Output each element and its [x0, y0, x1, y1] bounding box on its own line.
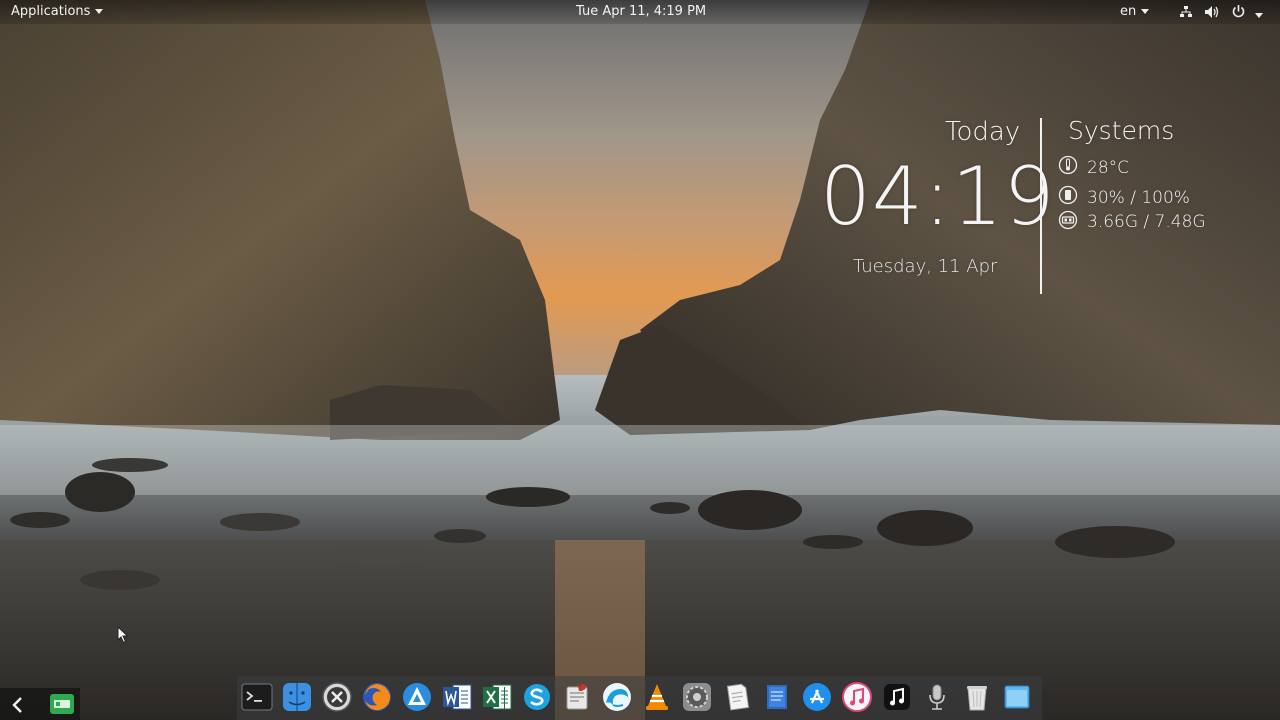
- top-panel: Applications Tue Apr 11, 4:19 PM en: [0, 0, 1280, 24]
- chevron-down-icon: [1255, 13, 1264, 18]
- launchpad-icon[interactable]: [320, 680, 354, 714]
- power-icon: [1232, 5, 1245, 18]
- dock: [237, 676, 1042, 720]
- bottom-left-tray: [0, 688, 80, 720]
- power-menu[interactable]: [1231, 4, 1264, 23]
- system-preferences-icon[interactable]: [680, 680, 714, 714]
- thermometer-icon: [1058, 155, 1078, 179]
- battery-icon: [1058, 185, 1078, 209]
- today-label: Today: [945, 117, 1021, 147]
- mouse-cursor-icon: [117, 625, 129, 648]
- volume-icon[interactable]: [1204, 5, 1220, 23]
- browser-wave-icon[interactable]: [600, 680, 634, 714]
- vlc-icon[interactable]: [640, 680, 674, 714]
- language-indicator[interactable]: en: [1120, 4, 1150, 19]
- battery-value: 30% / 100%: [1087, 188, 1190, 208]
- memory-value: 3.66G / 7.48G: [1087, 212, 1206, 232]
- chevron-down-icon: [95, 9, 104, 14]
- clock-date: Tuesday, 11 Apr: [853, 256, 998, 277]
- applications-menu-label: Applications: [11, 4, 91, 19]
- temperature-value: 28°C: [1087, 158, 1130, 178]
- text-editor-icon[interactable]: [720, 680, 754, 714]
- desktop-wallpaper: [0, 0, 1280, 720]
- network-icon[interactable]: [1179, 5, 1193, 23]
- music-icon[interactable]: [880, 680, 914, 714]
- widget-divider: [1040, 118, 1042, 294]
- clock-time: 04:19: [820, 150, 1056, 243]
- voice-recorder-icon[interactable]: [920, 680, 954, 714]
- back-arrow-icon[interactable]: [8, 695, 28, 715]
- terminal-icon[interactable]: [240, 680, 274, 714]
- memory-icon: [1058, 210, 1078, 234]
- notes-icon[interactable]: [760, 680, 794, 714]
- itunes-icon[interactable]: [840, 680, 874, 714]
- wallpaper-scenery: [0, 0, 1280, 720]
- appstore-alt-icon[interactable]: [400, 680, 434, 714]
- finder-icon[interactable]: [280, 680, 314, 714]
- script-editor-icon[interactable]: [560, 680, 594, 714]
- firefox-icon[interactable]: [360, 680, 394, 714]
- app-store-icon[interactable]: [800, 680, 834, 714]
- excel-icon[interactable]: [480, 680, 514, 714]
- trash-icon[interactable]: [960, 680, 994, 714]
- applications-menu[interactable]: Applications: [11, 4, 104, 19]
- clock-datetime[interactable]: Tue Apr 11, 4:19 PM: [576, 4, 706, 19]
- systems-label: Systems: [1068, 116, 1175, 145]
- screen-recorder-icon[interactable]: [49, 692, 75, 716]
- word-icon[interactable]: [440, 680, 474, 714]
- chevron-down-icon: [1141, 9, 1150, 14]
- skype-icon[interactable]: [520, 680, 554, 714]
- language-label: en: [1120, 4, 1137, 19]
- desktop-folder-icon[interactable]: [1000, 680, 1034, 714]
- clock-datetime-label: Tue Apr 11, 4:19 PM: [576, 4, 707, 19]
